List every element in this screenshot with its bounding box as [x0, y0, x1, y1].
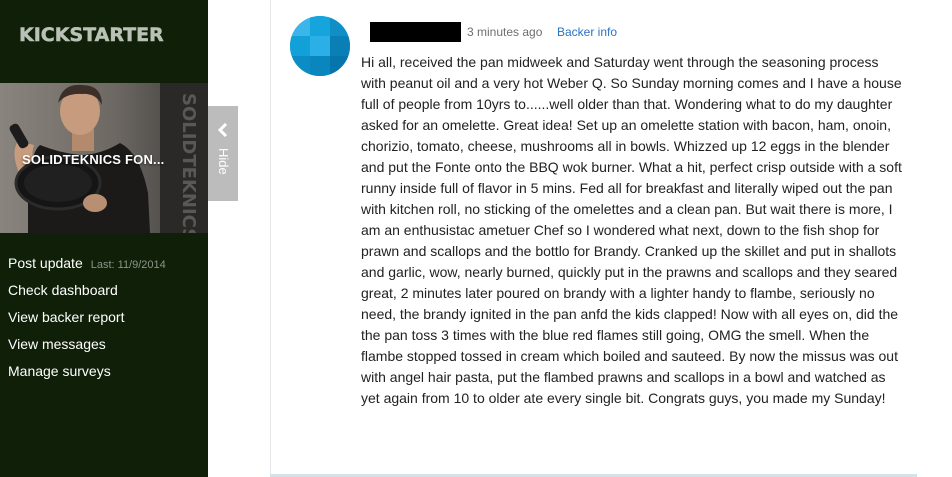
hide-label: Hide: [216, 148, 231, 175]
nav-item-view-messages: View messages: [8, 333, 166, 360]
hide-sidebar-button[interactable]: Hide: [208, 106, 238, 201]
post-update-link[interactable]: Post update: [8, 255, 83, 271]
comment-timestamp: 3 minutes ago: [467, 25, 543, 39]
logo-text: KICKSTARTER: [19, 24, 164, 46]
author-name-redacted: [370, 22, 461, 42]
last-update-date: Last: 11/9/2014: [90, 259, 166, 271]
svg-text:SOLIDTEKNICS: SOLIDTEKNICS: [178, 93, 199, 233]
sidebar: KICKSTARTER SOLIDTEKNICS SOLIDTEKNICS FO…: [0, 0, 208, 477]
comment-body: Hi all, received the pan midweek and Sat…: [361, 54, 902, 406]
project-title: SOLIDTEKNICS FON...: [22, 152, 165, 167]
avatar-image: [290, 16, 350, 76]
project-card[interactable]: SOLIDTEKNICS SOLIDTEKNICS FON...: [0, 83, 208, 233]
nav-item-check-dashboard: Check dashboard: [8, 279, 166, 306]
check-dashboard-link[interactable]: Check dashboard: [8, 282, 118, 298]
manage-surveys-link[interactable]: Manage surveys: [8, 363, 111, 379]
backer-info-link[interactable]: Backer info: [557, 25, 617, 39]
view-messages-link[interactable]: View messages: [8, 336, 106, 352]
kickstarter-logo[interactable]: KICKSTARTER: [19, 22, 189, 46]
chevron-left-icon: [217, 123, 228, 137]
view-backer-report-link[interactable]: View backer report: [8, 309, 124, 325]
nav-item-post-update: Post update Last: 11/9/2014: [8, 252, 166, 279]
creator-nav: Post update Last: 11/9/2014 Check dashboa…: [8, 252, 166, 387]
avatar[interactable]: [290, 16, 350, 76]
nav-item-manage-surveys: Manage surveys: [8, 360, 166, 387]
nav-item-view-backer-report: View backer report: [8, 306, 166, 333]
